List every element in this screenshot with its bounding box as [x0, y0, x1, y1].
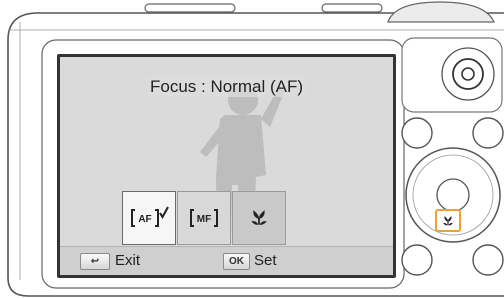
af-normal-icon: AF [131, 206, 169, 227]
macro-flower-icon [443, 215, 453, 225]
ok-button [436, 178, 470, 212]
manual-focus-icon: MF [190, 209, 218, 227]
focus-mode-title: Focus : Normal (AF) [60, 76, 393, 97]
camera-rear-view: Focus : Normal (AF) AF MF ↩ Exit OK Set [0, 0, 504, 298]
svg-text:MF: MF [197, 214, 211, 225]
lcd-screen: Focus : Normal (AF) AF MF ↩ Exit OK Set [57, 54, 396, 278]
set-label: Set [254, 252, 277, 269]
ok-key-icon: OK [223, 253, 250, 270]
macro-flower-icon [251, 210, 267, 225]
svg-text:AF: AF [138, 214, 151, 225]
exit-label: Exit [115, 252, 141, 269]
focus-option-macro[interactable] [232, 191, 286, 245]
focus-option-mf[interactable]: MF [177, 191, 231, 245]
back-key-icon: ↩ [80, 253, 110, 270]
macro-key-highlight[interactable] [435, 209, 461, 232]
mode-button[interactable] [400, 36, 504, 114]
focus-option-af[interactable]: AF [122, 191, 176, 245]
screen-footer: ↩ Exit OK Set [60, 246, 393, 275]
navigation-dial[interactable] [398, 140, 504, 250]
